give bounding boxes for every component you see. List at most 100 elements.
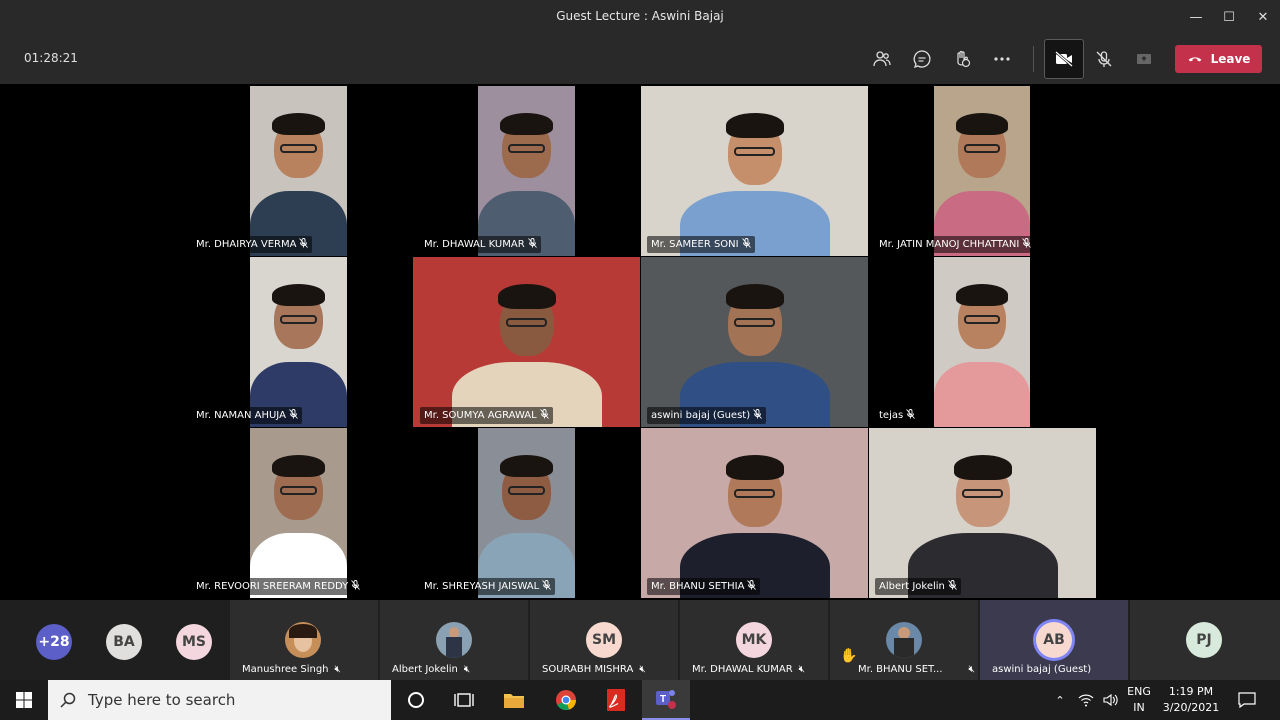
video-tile[interactable] [413,257,640,427]
acrobat-icon[interactable] [592,680,640,720]
glasses [280,144,317,154]
participant-name: aswini bajaj (Guest) [651,410,751,421]
glasses [733,318,775,328]
mic-off-icon: 🔇︎ [463,664,471,675]
mic-off-icon [299,238,309,251]
mic-off-icon [747,580,757,593]
camera-off-icon[interactable] [1044,39,1084,79]
video-tile[interactable] [869,428,1096,598]
person-hair [725,284,784,309]
participant-tile[interactable]: MK Mr. DHAWAL KUMAR 🔇︎ [680,600,828,680]
leave-button[interactable]: Leave [1175,45,1262,73]
participant-name: Mr. NAMAN AHUJA [196,410,286,421]
more-icon[interactable] [982,39,1022,79]
close-icon[interactable]: ✕ [1246,0,1280,34]
participant-tile[interactable]: PJ [1130,600,1280,680]
mic-off-icon [948,580,957,593]
taskbar: Type here to search T ⌃ ENG IN 1:19 PM 3… [0,680,1280,720]
search-icon [60,692,76,708]
mic-off-icon [527,238,537,251]
avatar[interactable]: BA [106,624,142,660]
mic-off-icon [753,409,762,422]
person-body [934,362,1030,427]
task-view-icon[interactable] [440,680,488,720]
glasses [961,489,1003,499]
mic-off-icon [351,580,361,593]
mic-off-icon [542,580,552,593]
mic-off-icon: 🔇︎ [968,664,975,675]
person-hair [725,455,784,480]
participant-tile[interactable]: SM SOURABH MISHRA 🔇︎ [530,600,678,680]
maximize-icon[interactable]: ☐ [1212,0,1246,34]
window-title: Guest Lecture : Aswini Bajaj [556,9,724,23]
participant-tile[interactable]: Manushree Singh 🔇︎ [230,600,378,680]
glasses [508,486,545,496]
wifi-icon[interactable] [1074,680,1098,720]
video-tile[interactable] [478,86,575,256]
video-tile[interactable] [250,86,347,256]
svg-text:T: T [660,694,666,705]
video-tile[interactable] [641,428,868,598]
participant-name-label: Mr. NAMAN AHUJA [192,407,302,424]
video-tile[interactable] [250,257,347,427]
participant-tile[interactable]: ✋ Mr. BHANU SET... 🔇︎ [830,600,978,680]
participant-name-label: Mr. SHREYASH JAISWAL [420,578,556,595]
video-tile[interactable] [934,257,1030,427]
avatar [436,622,472,658]
clock[interactable]: 1:19 PM 3/20/2021 [1160,680,1222,720]
glasses [280,315,317,325]
notification-icon[interactable] [1232,680,1262,720]
participant-name: tejas [879,410,904,421]
chat-icon[interactable] [902,39,942,79]
chrome-icon[interactable] [542,680,590,720]
avatar: SM [586,622,622,658]
participant-name: Mr. SAMEER SONI [651,239,739,250]
windows-start-icon[interactable] [0,680,48,720]
avatar: AB [1036,622,1072,658]
participant-tile[interactable]: Albert Jokelin 🔇︎ [380,600,528,680]
search-placeholder: Type here to search [88,691,236,709]
share-icon[interactable] [1124,39,1164,79]
overflow-count[interactable]: +28 [36,624,72,660]
person-hair [953,455,1012,480]
avatar [886,622,922,658]
participants-icon[interactable] [862,39,902,79]
participant-tile[interactable]: AB aswini bajaj (Guest) [980,600,1128,680]
toolbar-divider [1033,46,1034,72]
glasses [508,144,545,154]
participant-name: SOURABH MISHRA 🔇︎ [542,664,646,675]
raise-hand-icon[interactable] [942,39,982,79]
language-indicator[interactable]: ENG IN [1122,680,1156,720]
minimize-icon[interactable]: — [1179,0,1213,34]
cortana-icon[interactable] [392,680,440,720]
mic-off-icon[interactable] [1084,39,1124,79]
video-tile[interactable] [641,257,868,427]
avatar: MK [736,622,772,658]
clock-date: 3/20/2021 [1162,701,1220,714]
person-hair [272,455,325,478]
avatar [285,622,321,658]
mic-off-icon [741,238,751,251]
clock-time: 1:19 PM [1168,685,1214,698]
person-hair [500,113,553,136]
show-hidden-icons-icon[interactable]: ⌃ [1050,680,1070,720]
teams-icon[interactable]: T [642,680,690,720]
video-tile[interactable] [641,86,868,256]
participant-name-label: Mr. DHAIRYA VERMA [192,236,313,253]
participant-name-label: Mr. REVOORI SREERAM REDDY [192,578,365,595]
video-tile[interactable] [934,86,1030,256]
participant-name: Mr. DHAWAL KUMAR 🔇︎ [692,664,805,675]
file-explorer-icon[interactable] [490,680,538,720]
glasses [505,318,547,328]
video-tile[interactable] [250,428,347,598]
participant-name-label: Mr. SOUMYA AGRAWAL [420,407,553,424]
volume-icon[interactable] [1100,680,1122,720]
language-code: ENG [1127,685,1151,698]
avatar[interactable]: MS [176,624,212,660]
mic-off-icon [539,409,549,422]
glasses [733,147,775,157]
meeting-toolbar: 01:28:21 Leave [0,34,1280,84]
video-tile[interactable] [478,428,575,598]
participant-name-label: Mr. SAMEER SONI [647,236,755,253]
taskbar-search[interactable]: Type here to search [48,680,391,720]
